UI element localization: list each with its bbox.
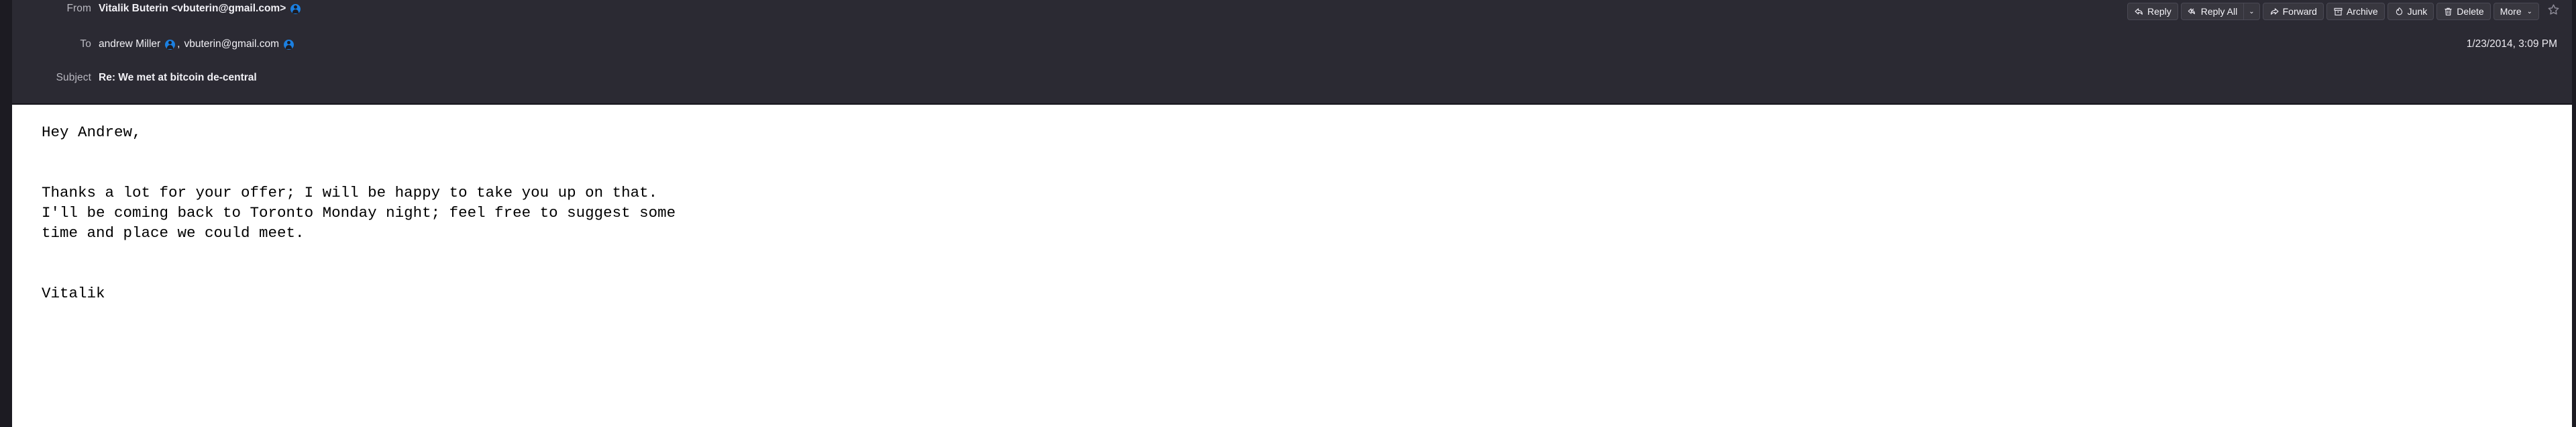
left-gutter (0, 0, 12, 427)
from-address-text: Vitalik Buterin <vbuterin@gmail.com> (99, 3, 286, 14)
chevron-down-icon: ⌄ (2249, 7, 2255, 15)
junk-button[interactable]: Junk (2388, 3, 2434, 19)
message-header-pane: From Vitalik Buterin <vbuterin@gmail.com… (12, 0, 2572, 104)
subject-value: Re: We met at bitcoin de-central (99, 72, 257, 83)
more-group: More ⌄ (2493, 3, 2539, 20)
forward-button[interactable]: Forward (2263, 3, 2323, 19)
trash-can-icon (2443, 7, 2453, 17)
reply-button-label: Reply (2147, 6, 2171, 17)
reply-arrow-icon (2134, 7, 2144, 17)
junk-group: Junk (2387, 3, 2434, 20)
forward-button-label: Forward (2282, 6, 2317, 17)
archive-box-icon (2333, 7, 2343, 17)
delete-button-label: Delete (2457, 6, 2484, 17)
to-label: To (80, 38, 91, 50)
message-reader-window: From Vitalik Buterin <vbuterin@gmail.com… (0, 0, 2576, 427)
contact-icon[interactable] (284, 39, 294, 50)
reply-group: Reply (2127, 3, 2178, 20)
archive-group: Archive (2326, 3, 2385, 20)
reply-button[interactable]: Reply (2128, 3, 2178, 19)
to-recipient-1[interactable]: andrew Miller (99, 38, 160, 50)
contact-icon[interactable] (165, 39, 176, 50)
message-toolbar: Reply Reply All ⌄ Forward Archive Junk D… (2127, 1, 2563, 21)
delete-button[interactable]: Delete (2437, 3, 2489, 19)
delete-group: Delete (2436, 3, 2491, 20)
reply-all-button[interactable]: Reply All (2182, 3, 2243, 19)
message-body-pane: Hey Andrew, Thanks a lot for your offer;… (12, 105, 2572, 427)
from-label: From (66, 3, 91, 14)
to-value: andrew Miller , vbuterin@gmail.com (99, 38, 296, 50)
header-row-to: To andrew Miller , vbuterin@gmail.com (12, 36, 2572, 53)
reply-all-group: Reply All ⌄ (2180, 3, 2260, 20)
reply-all-arrow-icon (2188, 7, 2198, 17)
to-recipient-2[interactable]: vbuterin@gmail.com (184, 38, 279, 50)
archive-button[interactable]: Archive (2327, 3, 2384, 19)
junk-button-label: Junk (2407, 6, 2428, 17)
archive-button-label: Archive (2346, 6, 2378, 17)
reply-all-dropdown-button[interactable]: ⌄ (2243, 3, 2259, 19)
contact-icon[interactable] (290, 3, 301, 14)
message-date: 1/23/2014, 3:09 PM (2466, 38, 2557, 50)
header-row-subject: Subject Re: We met at bitcoin de-central (12, 69, 2572, 87)
chevron-down-icon: ⌄ (2526, 7, 2532, 15)
recipient-separator: , (177, 38, 180, 50)
junk-flame-icon (2394, 7, 2404, 17)
forward-group: Forward (2262, 3, 2324, 20)
subject-label: Subject (56, 72, 91, 83)
right-gutter (2572, 0, 2576, 427)
more-button-label: More (2500, 6, 2522, 17)
star-outline-icon (2547, 3, 2560, 19)
star-button[interactable] (2544, 3, 2563, 20)
forward-arrow-icon (2269, 7, 2279, 17)
reply-all-button-label: Reply All (2200, 6, 2238, 17)
message-body-text: Hey Andrew, Thanks a lot for your offer;… (42, 124, 676, 302)
from-value[interactable]: Vitalik Buterin <vbuterin@gmail.com> (99, 3, 303, 15)
more-button[interactable]: More ⌄ (2494, 3, 2538, 19)
